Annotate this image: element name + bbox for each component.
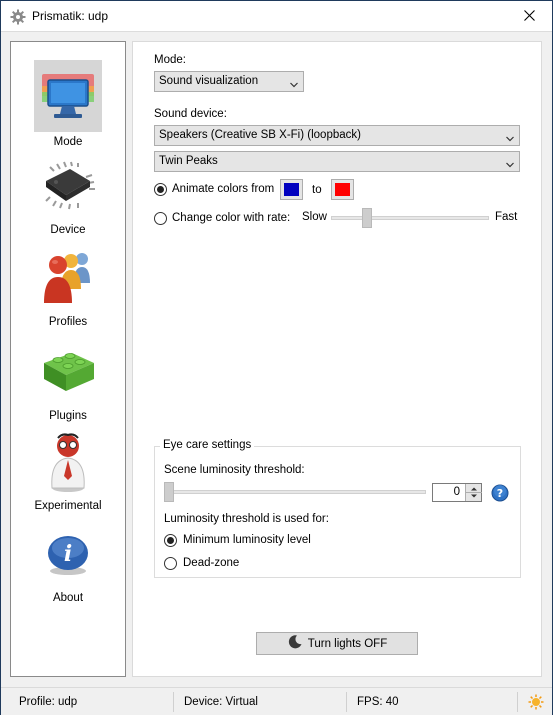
status-fps: FPS: 40 [357,696,399,708]
status-divider [346,692,347,712]
chevron-down-icon [506,157,514,168]
animate-colors-label: Animate colors from [172,183,275,195]
chevron-down-icon [290,77,298,88]
title-bar[interactable]: Prismatik: udp [1,1,552,32]
minimum-luminosity-label: Minimum luminosity level [183,534,311,546]
rate-fast-label: Fast [495,211,518,223]
sidebar-item-mode[interactable]: Mode [11,60,125,148]
chip-icon [34,152,102,220]
chevron-down-icon [506,131,514,142]
app-window: Prismatik: udp Mode Device Profiles Plug… [0,0,553,715]
threshold-value: 0 [453,486,460,498]
sidebar: Mode Device Profiles Plugins Experimenta… [10,41,126,677]
sidebar-item-label: About [52,592,84,604]
spin-buttons[interactable] [465,484,482,501]
used-for-label: Luminosity threshold is used for: [164,513,329,525]
visualizer-value: Twin Peaks [159,155,218,167]
threshold-slider-thumb[interactable] [164,482,174,502]
minimum-luminosity-radio[interactable] [164,534,177,547]
sidebar-item-plugins[interactable]: Plugins [11,338,125,422]
mode-label: Mode: [154,54,186,66]
color-to-button[interactable] [331,179,354,200]
sidebar-item-label: Experimental [34,500,102,512]
status-divider [517,692,518,712]
sidebar-item-label: Device [50,224,86,236]
gear-icon [10,9,26,25]
color-from-button[interactable] [280,179,303,200]
visualizer-select[interactable]: Twin Peaks [154,151,520,172]
turn-lights-off-label: Turn lights OFF [307,637,388,650]
mode-select[interactable]: Sound visualization [154,71,304,92]
to-label: to [312,184,322,196]
status-profile: Profile: udp [19,696,78,708]
turn-lights-off-button[interactable]: Turn lights OFF [256,632,418,655]
sidebar-item-label: Mode [53,136,83,148]
status-bar: Profile: udp Device: Virtual FPS: 40 [1,687,552,715]
dead-zone-label: Dead-zone [183,557,240,569]
rate-slow-label: Slow [302,211,327,223]
window-title: Prismatik: udp [32,9,109,23]
sidebar-item-about[interactable]: i About [11,520,125,604]
dead-zone-radio[interactable] [164,557,177,570]
rate-slider-thumb[interactable] [362,208,373,228]
sidebar-item-label: Plugins [49,410,87,422]
sidebar-item-profiles[interactable]: Profiles [11,244,125,328]
rate-slider-track[interactable] [331,216,489,220]
scientist-icon [34,428,102,496]
sound-device-value: Speakers (Creative SB X-Fi) (loopback) [159,129,361,141]
info-icon: i [34,520,102,588]
sidebar-item-experimental[interactable]: Experimental [11,428,125,512]
help-icon[interactable]: ? [491,484,509,505]
moon-icon [287,634,303,653]
svg-text:i: i [64,541,72,567]
lego-brick-icon [34,338,102,406]
sun-icon[interactable] [528,694,544,713]
sidebar-item-label: Profiles [48,316,88,328]
eye-care-title: Eye care settings [160,439,255,451]
monitor-icon [34,64,102,132]
threshold-spinbox[interactable]: 0 [432,483,482,502]
sound-device-select[interactable]: Speakers (Creative SB X-Fi) (loopback) [154,125,520,146]
animate-colors-radio[interactable] [154,183,167,196]
close-button[interactable] [506,1,552,32]
change-color-radio[interactable] [154,212,167,225]
sidebar-item-device[interactable]: Device [11,152,125,236]
color-from-swatch [284,183,299,196]
change-color-label: Change color with rate: [172,212,291,224]
status-divider [173,692,174,712]
color-to-swatch [335,183,350,196]
mode-panel: Mode: Sound visualization Sound device: … [132,41,542,677]
people-icon [34,244,102,312]
svg-text:?: ? [497,487,503,500]
eye-care-group: Eye care settings Scene luminosity thres… [154,439,521,578]
threshold-label: Scene luminosity threshold: [164,464,305,476]
threshold-slider-track[interactable] [164,490,426,494]
close-icon [523,9,535,24]
sound-device-label: Sound device: [154,108,227,120]
status-device: Device: Virtual [184,696,258,708]
mode-select-value: Sound visualization [159,75,259,87]
